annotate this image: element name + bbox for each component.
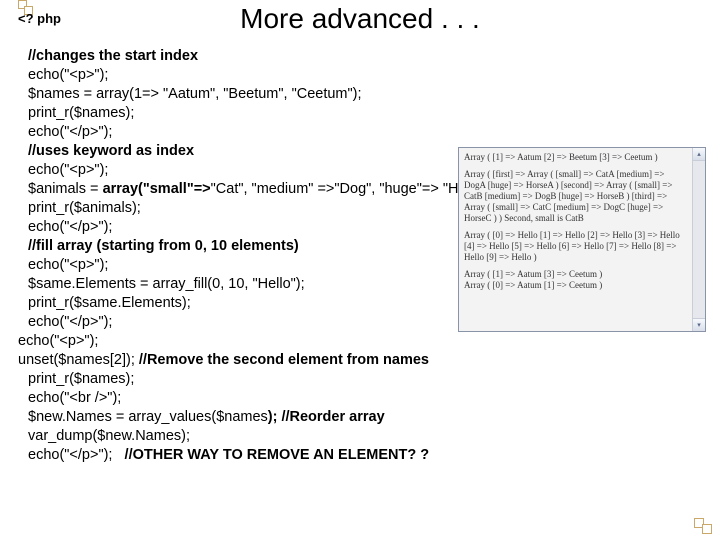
code-line: $new.Names = array_values($names [28, 409, 268, 425]
code-line: //OTHER WAY TO REMOVE AN ELEMENT? ? [125, 447, 430, 463]
code-line: echo("</p>"); [28, 219, 112, 235]
code-line: echo("</p>"); [28, 447, 125, 463]
php-open-tag: <? php [18, 11, 61, 26]
code-line: echo("<p>"); [28, 67, 108, 83]
code-line: $names = array(1=> "Aatum", "Beetum", "C… [28, 86, 362, 102]
code-block: //changes the start index echo("<p>"); $… [18, 28, 501, 465]
code-line: var_dump($new.Names); [28, 428, 190, 444]
code-line: ); //Reorder array [268, 409, 385, 425]
output-paragraph: Array ( [1] => Aatum [2] => Beetum [3] =… [464, 152, 700, 163]
scrollbar[interactable]: ▴ ▾ [692, 148, 705, 331]
browser-output-panel: Array ( [1] => Aatum [2] => Beetum [3] =… [458, 147, 706, 332]
code-line: echo("<br />"); [28, 390, 121, 406]
code-line: array("small"=> [103, 181, 211, 197]
code-line: echo("<p>"); [28, 162, 108, 178]
code-line: echo("</p>"); [28, 314, 112, 330]
output-paragraph: Array ( [0] => Hello [1] => Hello [2] =>… [464, 230, 700, 263]
corner-decoration-bottom-right [688, 516, 716, 536]
code-line: //Remove the second element from names [139, 352, 429, 368]
code-line: //changes the start index [28, 48, 198, 64]
output-line: Array ( [0] => Aatum [1] => Ceetum ) [464, 280, 602, 290]
code-line: echo("</p>"); [28, 124, 112, 140]
scroll-up-icon[interactable]: ▴ [693, 148, 705, 161]
code-line: unset($names[2]); [18, 352, 139, 368]
output-paragraph: Array ( [1] => Aatum [3] => Ceetum ) Arr… [464, 269, 700, 291]
code-line: $same.Elements = array_fill(0, 10, "Hell… [28, 276, 305, 292]
code-line: print_r($animals); [28, 200, 141, 216]
output-line: Array ( [1] => Aatum [3] => Ceetum ) [464, 269, 602, 279]
code-line: print_r($names); [28, 105, 134, 121]
code-line: echo("<p>"); [28, 257, 108, 273]
code-line: echo("<p>"); [18, 333, 98, 349]
output-paragraph: Array ( [first] => Array ( [small] => Ca… [464, 169, 700, 224]
code-line: //fill array (starting from 0, 10 elemen… [28, 238, 299, 254]
code-line: print_r($names); [28, 371, 134, 387]
code-line: $animals = [28, 181, 103, 197]
scroll-down-icon[interactable]: ▾ [693, 318, 705, 331]
code-line: //uses keyword as index [28, 143, 194, 159]
code-line: print_r($same.Elements); [28, 295, 191, 311]
